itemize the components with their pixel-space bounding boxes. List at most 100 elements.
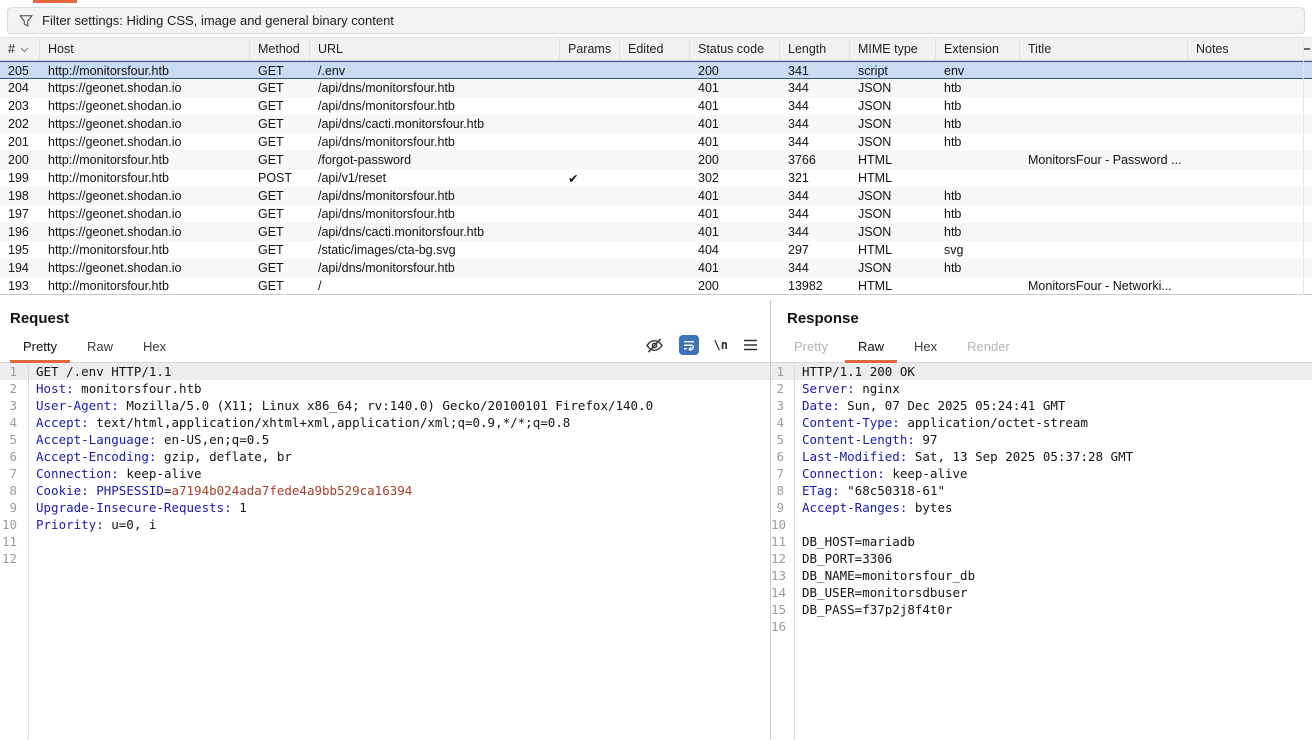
response-tab-render: Render — [952, 339, 1025, 362]
code-line: 12 — [0, 550, 770, 567]
cell-method: GET — [250, 133, 310, 151]
column-header-host[interactable]: Host — [40, 38, 250, 60]
column-header-title[interactable]: Title — [1020, 38, 1188, 60]
cell-length: 344 — [780, 97, 850, 115]
column-header-method[interactable]: Method — [250, 38, 310, 60]
table-row[interactable]: 204https://geonet.shodan.ioGET/api/dns/m… — [0, 79, 1312, 97]
cell-notes — [1188, 97, 1304, 115]
top-strip — [0, 0, 1312, 6]
code-line: 14DB_USER=monitorsdbuser — [771, 584, 1312, 601]
cell-num: 201 — [0, 133, 40, 151]
cell-method: GET — [250, 277, 310, 295]
cell-edited — [620, 205, 690, 223]
table-right-divider — [1303, 37, 1304, 295]
http-history-table: # Host MethodURLParams Edited Status codeLen… — [0, 37, 1312, 295]
cell-length: 344 — [780, 259, 850, 277]
table-row[interactable]: 202https://geonet.shodan.ioGET/api/dns/c… — [0, 115, 1312, 133]
table-row[interactable]: 196https://geonet.shodan.ioGET/api/dns/c… — [0, 223, 1312, 241]
line-content — [22, 533, 36, 550]
column-header-label: Notes — [1196, 42, 1229, 56]
line-content: HTTP/1.1 200 OK — [788, 363, 915, 380]
table-row[interactable]: 194https://geonet.shodan.ioGET/api/dns/m… — [0, 259, 1312, 277]
cell-length: 321 — [780, 169, 850, 187]
cell-url: /api/dns/monitorsfour.htb — [310, 79, 560, 97]
request-tab-hex[interactable]: Hex — [128, 339, 181, 362]
filter-settings-bar[interactable]: Filter settings: Hiding CSS, image and g… — [7, 7, 1305, 34]
line-content: Accept-Language: en-US,en;q=0.5 — [22, 431, 269, 448]
table-row[interactable]: 193http://monitorsfour.htbGET/20013982HT… — [0, 277, 1312, 295]
request-tab-raw[interactable]: Raw — [72, 339, 128, 362]
cell-host: https://geonet.shodan.io — [40, 223, 250, 241]
cell-edited — [620, 259, 690, 277]
response-tab-raw[interactable]: Raw — [843, 339, 899, 362]
line-number: 2 — [771, 380, 788, 397]
table-row[interactable]: 197https://geonet.shodan.ioGET/api/dns/m… — [0, 205, 1312, 223]
column-header-notes[interactable]: Notes — [1188, 38, 1304, 60]
line-number: 7 — [771, 465, 788, 482]
word-wrap-icon[interactable] — [679, 335, 699, 355]
sort-chevron-icon — [20, 47, 29, 53]
line-number: 4 — [0, 414, 22, 431]
table-row[interactable]: 198https://geonet.shodan.ioGET/api/dns/m… — [0, 187, 1312, 205]
code-line: 6Last-Modified: Sat, 13 Sep 2025 05:37:2… — [771, 448, 1312, 465]
table-row[interactable]: 200http://monitorsfour.htbGET/forgot-pas… — [0, 151, 1312, 169]
response-tab-hex[interactable]: Hex — [899, 339, 952, 362]
table-settings-icon[interactable] — [1303, 48, 1310, 50]
cell-params — [560, 223, 620, 241]
cell-url: /forgot-password — [310, 151, 560, 169]
table-row[interactable]: 195http://monitorsfour.htbGET/static/ima… — [0, 241, 1312, 259]
burp-proxy-http-history-screen: Filter settings: Hiding CSS, image and g… — [0, 0, 1312, 740]
line-content: Accept-Ranges: bytes — [788, 499, 953, 516]
request-tab-pretty[interactable]: Pretty — [8, 339, 72, 362]
cell-edited — [620, 133, 690, 151]
cell-params — [560, 79, 620, 97]
table-row[interactable]: 201https://geonet.shodan.ioGET/api/dns/m… — [0, 133, 1312, 151]
cell-status: 401 — [690, 259, 780, 277]
cell-notes — [1188, 133, 1304, 151]
code-line: 8Cookie: PHPSESSID=a7194b024ada7fede4a9b… — [0, 482, 770, 499]
cell-extension: env — [936, 62, 1020, 78]
cell-extension: htb — [936, 205, 1020, 223]
code-line: 10Priority: u=0, i — [0, 516, 770, 533]
table-row[interactable]: 199http://monitorsfour.htbPOST/api/v1/re… — [0, 169, 1312, 187]
column-header-length[interactable]: Length — [780, 38, 850, 60]
cell-status: 200 — [690, 151, 780, 169]
cell-host: http://monitorsfour.htb — [40, 169, 250, 187]
response-editor[interactable]: 1HTTP/1.1 200 OK2Server: nginx3Date: Sun… — [771, 363, 1312, 740]
column-header-mime-type[interactable]: MIME type — [850, 38, 936, 60]
column-header-url[interactable]: URL — [310, 38, 560, 60]
cell-url: / — [310, 277, 560, 295]
request-editor[interactable]: 1GET /.env HTTP/1.12Host: monitorsfour.h… — [0, 363, 770, 740]
cell-url: /static/images/cta-bg.svg — [310, 241, 560, 259]
cell-num: 199 — [0, 169, 40, 187]
cell-title — [1020, 259, 1188, 277]
editor-menu-icon[interactable] — [743, 339, 758, 351]
column-header-edited[interactable]: Edited — [620, 38, 690, 60]
column-header-label: Host — [48, 42, 74, 56]
cell-mime: HTML — [850, 151, 936, 169]
cell-status: 302 — [690, 169, 780, 187]
column-header-extension[interactable]: Extension — [936, 38, 1020, 60]
cell-host: http://monitorsfour.htb — [40, 62, 250, 78]
code-line: 1GET /.env HTTP/1.1 — [0, 363, 770, 380]
line-number: 10 — [771, 516, 788, 533]
cell-status: 404 — [690, 241, 780, 259]
cell-method: GET — [250, 205, 310, 223]
cell-mime: JSON — [850, 187, 936, 205]
cell-notes — [1188, 62, 1304, 78]
cell-params — [560, 187, 620, 205]
table-row[interactable]: 205http://monitorsfour.htbGET/.env200341… — [0, 61, 1312, 79]
cell-params: ✔ — [560, 169, 620, 187]
column-header-status-code[interactable]: Status code — [690, 38, 780, 60]
cell-num: 197 — [0, 205, 40, 223]
column-header-label: Edited — [628, 42, 663, 56]
cell-length: 341 — [780, 62, 850, 78]
hide-nonprinting-icon[interactable] — [645, 337, 664, 354]
newline-toggle-icon[interactable]: \n — [714, 338, 728, 352]
column-header-num[interactable]: # — [0, 38, 40, 60]
cell-length: 344 — [780, 223, 850, 241]
column-header-params[interactable]: Params — [560, 38, 620, 60]
table-row[interactable]: 203https://geonet.shodan.ioGET/api/dns/m… — [0, 97, 1312, 115]
cell-host: http://monitorsfour.htb — [40, 241, 250, 259]
cell-length: 344 — [780, 79, 850, 97]
